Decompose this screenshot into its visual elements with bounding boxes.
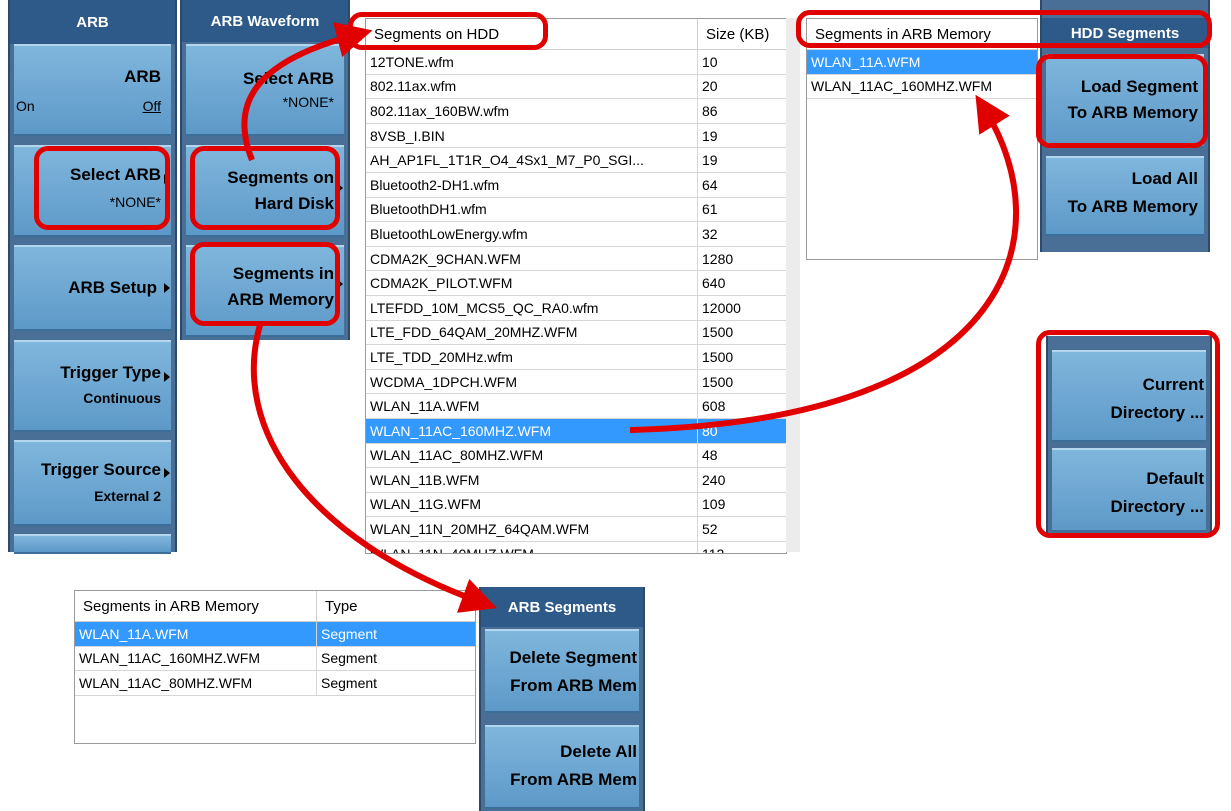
arrow-to-hdd-header	[241, 22, 373, 162]
arrow-to-memory-list	[629, 94, 1020, 433]
callout-arrows	[241, 22, 1020, 613]
arrow-to-arb-segments	[250, 324, 497, 613]
